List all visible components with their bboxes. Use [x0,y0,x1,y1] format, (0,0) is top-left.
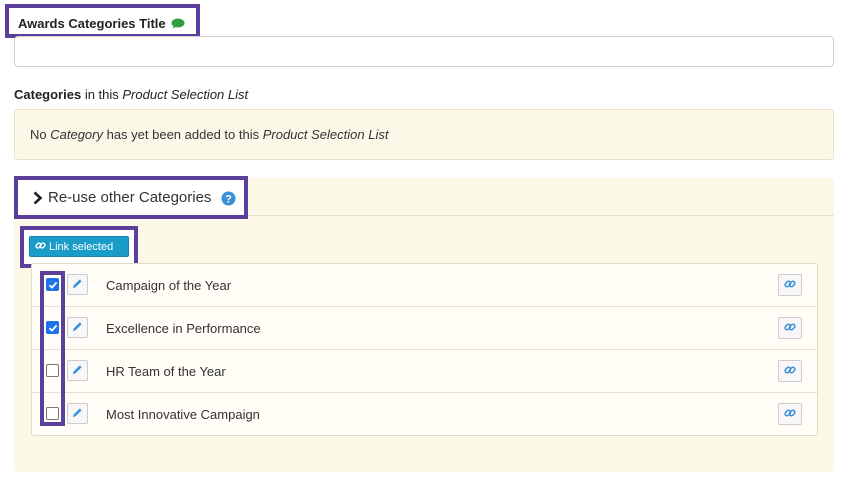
empty-notice-italic2: Product Selection List [262,127,389,142]
category-list: Campaign of the Year Excellence in Perfo… [31,263,818,436]
checkmark-icon [48,281,57,289]
svg-text:?: ? [225,193,232,205]
empty-notice-italic1: Category [50,127,103,142]
reuse-categories-toggle[interactable]: Re-use other Categories ? [14,176,248,219]
list-item: Campaign of the Year [32,264,817,307]
pencil-icon [72,277,83,292]
empty-categories-notice: No Category has yet been added to this P… [14,109,834,160]
empty-notice-text: No Category has yet been added to this P… [30,127,388,142]
empty-notice-part1: No [30,127,51,142]
awards-title-label-frame: Awards Categories Title [5,4,200,38]
category-name: Campaign of the Year [106,278,232,293]
edit-pencil-button[interactable] [67,317,88,338]
link-selected-button[interactable]: Link selected [29,236,129,257]
question-circle-icon[interactable]: ? [221,191,236,209]
link-selected-label: Link selected [49,240,114,253]
category-name: Excellence in Performance [106,321,261,336]
link-icon [784,364,796,379]
reuse-categories-label: Re-use other Categories [48,189,212,206]
category-checkbox[interactable] [46,278,59,291]
list-item: HR Team of the Year [32,350,817,393]
list-item: Excellence in Performance [32,307,817,350]
edit-pencil-button[interactable] [67,274,88,295]
edit-pencil-button[interactable] [67,360,88,381]
link-category-button[interactable] [778,274,802,296]
chevron-right-icon [32,190,46,206]
chat-bubble-icon[interactable] [171,17,185,32]
category-checkbox[interactable] [46,407,59,420]
category-checkbox[interactable] [46,364,59,377]
empty-notice-part2: has yet been added to this [102,127,263,142]
edit-pencil-button[interactable] [67,403,88,424]
awards-title-input[interactable] [14,36,834,67]
link-category-button[interactable] [778,317,802,339]
link-icon [784,321,796,336]
pencil-icon [72,406,83,421]
link-category-button[interactable] [778,360,802,382]
pencil-icon [72,363,83,378]
list-item: Most Innovative Campaign [32,393,817,436]
pencil-icon [72,320,83,335]
categories-heading-bold: Categories [14,87,82,102]
awards-title-text: Awards Categories Title [18,16,166,31]
link-category-button[interactable] [778,403,802,425]
link-icon [784,407,796,422]
categories-heading-italic: Product Selection List [122,87,249,102]
categories-heading-middle: in this [81,87,123,102]
category-name: HR Team of the Year [106,364,226,379]
category-checkbox[interactable] [46,321,59,334]
checkbox-column-highlight [40,271,65,426]
category-name: Most Innovative Campaign [106,407,260,422]
link-selected-frame: Link selected [20,226,138,268]
link-icon [784,278,796,293]
checkmark-icon [48,324,57,332]
link-icon [35,240,46,254]
categories-heading: Categories in this Product Selection Lis… [14,87,248,102]
awards-title-label: Awards Categories Title [18,16,185,32]
